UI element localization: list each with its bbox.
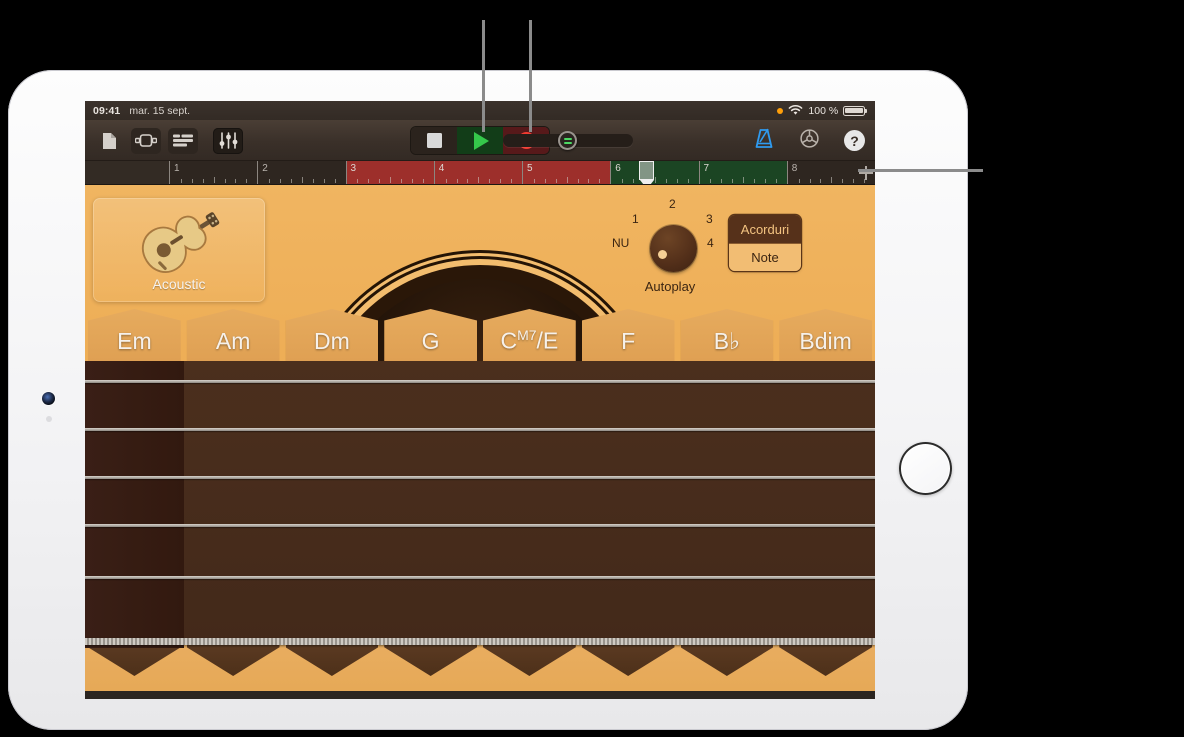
chord-button-C[interactable]: CM7/E — [483, 309, 576, 361]
chord-label: G — [421, 328, 440, 354]
ruler-bar-number: 1 — [174, 163, 180, 174]
instrument-selector-button[interactable]: Acoustic — [93, 198, 265, 302]
front-camera-icon — [42, 392, 55, 405]
guitar-instrument-view: Acoustic NU 1 2 3 4 Autoplay Acorduri No… — [85, 185, 875, 699]
chord-strum-area[interactable] — [776, 361, 875, 644]
ruler-bar-number: 4 — [438, 163, 445, 174]
chord-label: Bdim — [799, 328, 852, 354]
chord-label: Em — [117, 328, 152, 354]
chord-strum-area[interactable] — [282, 361, 382, 644]
chord-strum-area[interactable] — [578, 361, 678, 644]
ruler-bar-number: 5 — [527, 163, 533, 174]
playhead[interactable] — [639, 161, 654, 184]
status-bar: 09:41 mar. 15 sept. 100 % — [85, 101, 875, 120]
ambient-sensor-icon — [46, 416, 52, 422]
ruler-bar-number: 8 — [791, 163, 798, 174]
chord-label: B♭ — [713, 328, 740, 354]
chord-label: Dm — [313, 328, 350, 354]
ruler-bar-4[interactable]: 4 — [433, 161, 522, 184]
ruler-bar-6[interactable]: 6 — [610, 161, 699, 184]
status-date: mar. 15 sept. — [129, 104, 191, 117]
ruler-bar-5[interactable]: 5 — [522, 161, 611, 184]
chord-button-Dm[interactable]: Dm — [285, 309, 379, 361]
screen-bottom-edge — [85, 691, 875, 699]
timeline-ruler[interactable]: 1 2 3 4 5 6 7 8 — [85, 161, 875, 185]
acoustic-guitar-icon — [141, 212, 220, 273]
main-toolbar: ? — [85, 120, 875, 161]
play-button[interactable] — [457, 127, 503, 154]
chord-strip[interactable]: CM7/E — [480, 309, 579, 699]
ruler-bar-2[interactable]: 2 — [257, 161, 346, 184]
chord-button-G[interactable]: G — [384, 309, 477, 361]
chord-strum-area[interactable] — [381, 361, 480, 644]
chord-button-B[interactable]: B♭ — [680, 309, 774, 361]
recording-indicator-dot-icon — [777, 107, 784, 114]
help-button[interactable]: ? — [844, 130, 865, 151]
autoplay-position-3[interactable]: 3 — [706, 212, 713, 226]
ruler-bars: 1 2 3 4 5 6 7 8 — [169, 161, 875, 184]
chord-strum-area[interactable] — [480, 361, 579, 644]
stop-button[interactable] — [411, 127, 457, 154]
screenshot-root: 09:41 mar. 15 sept. 100 % ? 1 2 3 4 5 6 … — [0, 0, 1184, 737]
callout-line-record — [529, 20, 532, 132]
ruler-bar-7[interactable]: 7 — [698, 161, 787, 184]
chord-strum-area[interactable] — [85, 361, 184, 644]
ruler-bar-number: 2 — [262, 163, 268, 174]
autoplay-position-2[interactable]: 2 — [669, 197, 676, 211]
home-button[interactable] — [899, 442, 952, 495]
chord-button-Bdim[interactable]: Bdim — [779, 309, 872, 361]
metronome-icon[interactable] — [753, 128, 775, 154]
instrument-label: Acoustic — [152, 276, 206, 292]
chord-strips: Em Am Dm G CM7/E F B♭ Bdim — [85, 309, 875, 699]
autoplay-knob[interactable] — [650, 225, 697, 272]
stop-icon — [426, 133, 442, 148]
chord-strip[interactable]: Bdim — [776, 309, 875, 699]
chord-strip[interactable]: G — [381, 309, 480, 699]
chords-notes-switch[interactable]: Acorduri Note — [729, 215, 801, 271]
ruler-bar-number: 3 — [350, 163, 357, 174]
toolbar-right-group: ? — [753, 120, 865, 161]
chord-label: F — [621, 328, 636, 354]
battery-percent-label: 100 % — [808, 104, 839, 117]
autoplay-position-4[interactable]: 4 — [707, 236, 714, 250]
ruler-bar-1[interactable]: 1 — [169, 161, 258, 184]
tab-chords[interactable]: Acorduri — [729, 215, 801, 243]
tab-notes[interactable]: Note — [729, 243, 801, 271]
master-volume-slider[interactable] — [503, 131, 633, 150]
chord-strum-area[interactable] — [183, 361, 283, 644]
play-icon — [474, 131, 489, 150]
autoplay-position-nu[interactable]: NU — [612, 236, 629, 250]
callout-line-play — [482, 20, 485, 132]
chord-strip[interactable]: B♭ — [677, 309, 777, 699]
battery-icon — [843, 105, 867, 116]
knob-indicator-dot-icon — [658, 250, 667, 259]
ruler-left-pad — [85, 161, 169, 184]
chord-strum-area[interactable] — [677, 361, 777, 644]
status-bar-right: 100 % — [777, 101, 867, 120]
gear-icon[interactable] — [799, 128, 820, 154]
ruler-bar-3[interactable]: 3 — [345, 161, 434, 184]
chord-label: Am — [215, 328, 251, 354]
chord-button-F[interactable]: F — [581, 309, 675, 361]
wifi-icon — [789, 105, 803, 115]
ipad-device-frame: 09:41 mar. 15 sept. 100 % ? 1 2 3 4 5 6 … — [8, 70, 968, 730]
chord-button-Em[interactable]: Em — [88, 309, 181, 361]
ruler-bar-number: 6 — [615, 163, 621, 174]
ruler-bar-number: 7 — [703, 163, 710, 174]
autoplay-label: Autoplay — [644, 279, 696, 294]
chord-strip[interactable]: F — [578, 309, 678, 699]
callout-line-add-section — [858, 169, 983, 172]
autoplay-position-1[interactable]: 1 — [632, 212, 639, 226]
chord-button-Am[interactable]: Am — [186, 309, 280, 361]
slider-knob[interactable] — [558, 131, 577, 150]
autoplay-control: NU 1 2 3 4 Autoplay — [612, 197, 726, 303]
chord-strip[interactable]: Dm — [282, 309, 382, 699]
chord-strip[interactable]: Em — [85, 309, 184, 699]
chord-strip[interactable]: Am — [183, 309, 283, 699]
status-time: 09:41 — [93, 104, 121, 117]
chord-label: CM7/E — [500, 327, 559, 354]
device-screen: 09:41 mar. 15 sept. 100 % ? 1 2 3 4 5 6 … — [85, 101, 875, 699]
status-bar-left: 09:41 mar. 15 sept. — [93, 105, 190, 117]
